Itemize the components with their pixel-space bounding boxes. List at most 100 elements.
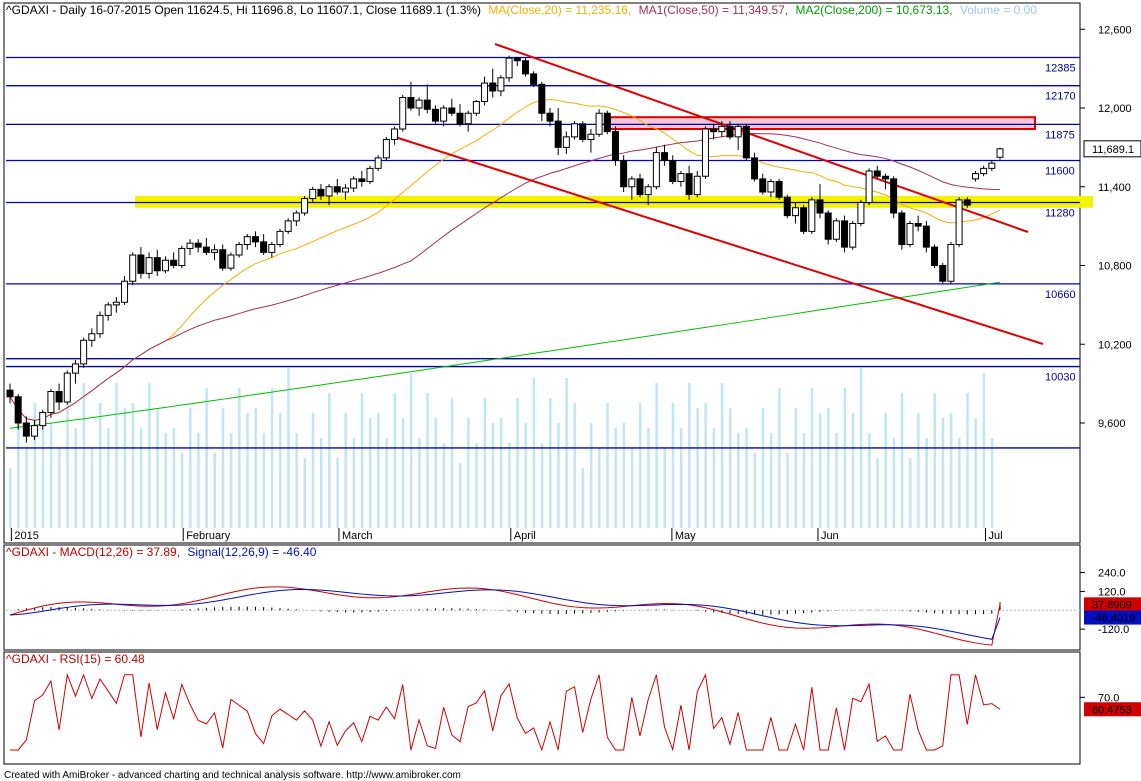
volume-bar	[319, 438, 323, 528]
candle-body	[88, 333, 96, 341]
signal-value-label: -46.4019	[1092, 613, 1135, 625]
candle-body	[178, 247, 186, 266]
candle-body	[554, 120, 562, 148]
volume-bar	[663, 448, 667, 528]
candle-body	[865, 170, 873, 203]
candle-body	[489, 82, 497, 92]
volume-bar	[66, 403, 69, 528]
candle-body	[677, 173, 685, 182]
price-panel: 12385 12170 11875 11600 11280 10660 10030 12,60…	[6, 24, 1141, 542]
volume-bar	[221, 408, 225, 528]
volume-bar	[336, 458, 339, 528]
ma50-label: MA1(Close,50) = 11,349.57,	[639, 3, 789, 17]
candle-body	[153, 257, 161, 272]
candle-body	[440, 107, 448, 122]
candle-body	[767, 181, 775, 193]
candle-body	[808, 199, 816, 232]
volume-bar	[156, 408, 159, 528]
candle-body	[857, 202, 865, 224]
candle-body	[382, 139, 390, 159]
candle-body	[194, 242, 202, 248]
volume-bar	[499, 418, 503, 528]
candle-body	[832, 220, 840, 240]
candle-body	[890, 178, 898, 214]
candle-body	[914, 223, 922, 227]
level-label: 11600	[1045, 166, 1075, 178]
volume-bar	[606, 403, 609, 528]
candle-body	[431, 108, 439, 122]
volume-bar	[295, 433, 298, 528]
macd-panel-frame	[3, 544, 1081, 651]
volume-bar	[720, 383, 724, 528]
volume-bar	[573, 403, 577, 528]
candle-body	[464, 112, 472, 125]
candle-body	[456, 112, 464, 125]
x-tick-label: Jul	[988, 530, 1002, 542]
candle-body	[276, 230, 284, 245]
volume-bar	[205, 388, 208, 528]
candle-body	[513, 57, 521, 62]
candle-body	[603, 112, 611, 133]
candle-body	[947, 244, 955, 282]
candle-body	[530, 73, 538, 85]
signal-line	[9, 588, 1001, 640]
candle-body	[301, 198, 309, 214]
volume-bar	[459, 463, 462, 528]
y-tick-label: 240.0	[1098, 568, 1126, 580]
volume-bar	[393, 393, 397, 528]
volume-bar	[115, 383, 118, 528]
candle-body	[268, 244, 276, 253]
candle-body	[358, 178, 366, 182]
volume-bar	[598, 448, 601, 528]
candle-body	[906, 223, 914, 245]
macd-label: ^GDAXI - MACD(12,26) = 37.89,	[6, 545, 180, 559]
candle-body	[751, 157, 759, 180]
volume-bar	[884, 413, 887, 528]
candle-body	[620, 160, 628, 188]
candle-body	[783, 196, 791, 217]
volume-bar	[835, 433, 838, 528]
volume-bar	[139, 428, 143, 528]
chart-canvas: 12385 12170 11875 11600 11280 10660 10030 12,60…	[3, 2, 1141, 781]
volume-bar	[369, 418, 372, 528]
signal-label: Signal(12,26,9) = -46.40	[187, 545, 316, 559]
level-label: 11280	[1045, 208, 1075, 220]
candle-body	[31, 425, 39, 437]
volume-bar	[303, 458, 307, 528]
candle-body	[595, 112, 603, 135]
candle-body	[963, 199, 971, 206]
volume-bar	[311, 413, 315, 528]
volume-bar	[107, 428, 110, 528]
price-header: ^GDAXI - Daily 16-07-2015 Open 11624.5, …	[6, 3, 1037, 17]
volume-bar	[475, 443, 478, 528]
x-tick-label: March	[342, 530, 373, 542]
volume-bar	[589, 423, 593, 528]
candle-body	[980, 167, 988, 175]
y-tick-label: 120.0	[1098, 586, 1126, 598]
candle-body	[922, 225, 930, 248]
volume-bar	[827, 408, 830, 528]
volume-bar	[524, 423, 527, 528]
volume-bar	[189, 408, 192, 528]
volume-bar	[532, 378, 536, 528]
candle-body	[800, 207, 808, 232]
candle-body	[898, 212, 906, 245]
candle-body	[341, 187, 349, 193]
volume-bar	[90, 448, 94, 528]
level-label: 11875	[1045, 129, 1075, 141]
candle-body	[628, 178, 636, 188]
volume-bar	[933, 393, 937, 528]
candle-body	[317, 188, 325, 197]
candle-body	[161, 259, 169, 272]
candle-body	[816, 199, 824, 214]
candle-body	[571, 123, 579, 138]
candle-body	[693, 175, 701, 196]
volume-bar	[409, 373, 413, 528]
candle-body	[350, 178, 358, 189]
volume-bar	[565, 378, 568, 528]
candle-body	[55, 391, 63, 403]
volume-bar	[761, 408, 765, 528]
trend-line-lower	[394, 136, 1044, 345]
candle-body	[701, 128, 709, 177]
candle-body	[423, 99, 431, 110]
